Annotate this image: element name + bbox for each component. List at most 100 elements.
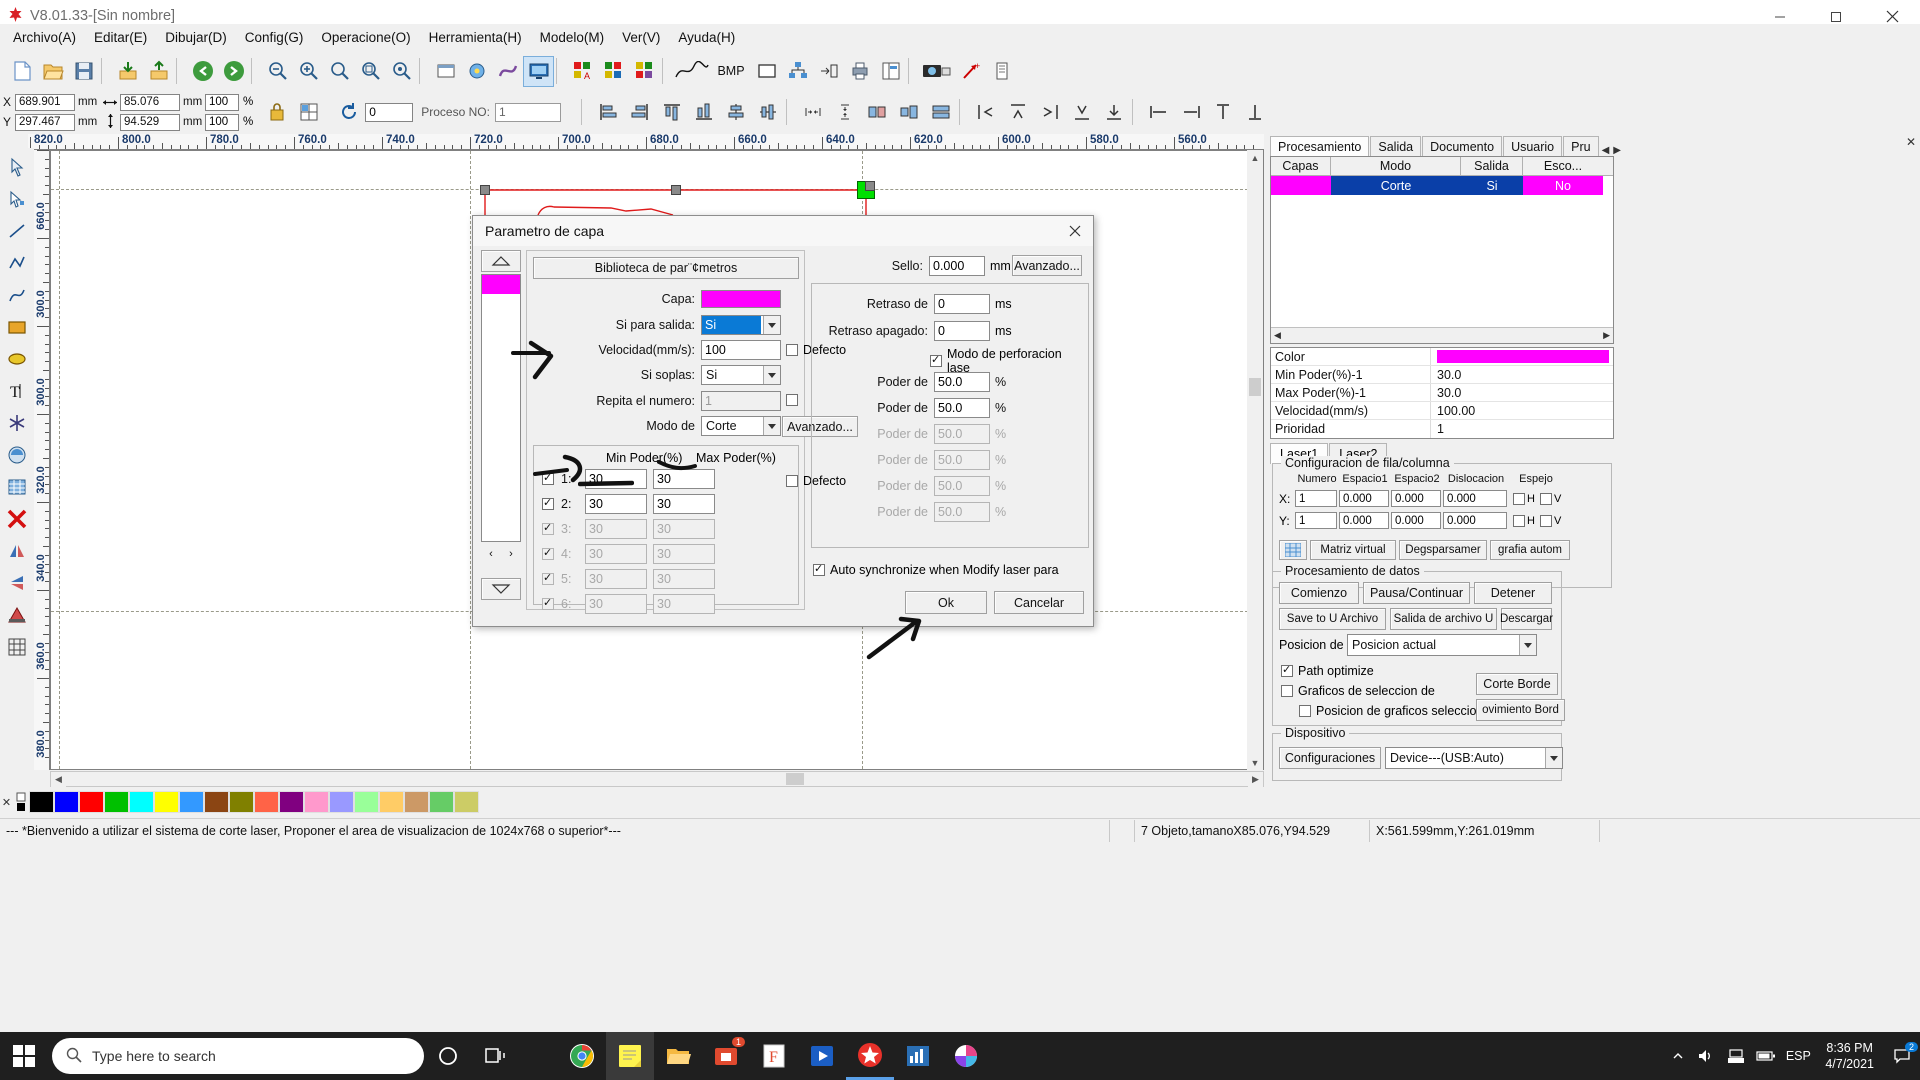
scroll-right-icon[interactable]: ▶ — [1248, 771, 1263, 787]
device-select[interactable]: Device---(USB:Auto) — [1385, 747, 1563, 769]
new-file-icon[interactable] — [6, 56, 37, 87]
delete-x-icon[interactable] — [2, 503, 32, 535]
horizontal-ruler[interactable]: 820.0 800.0 780.0 760.0 740.0 720.0 700.0 680.0… — [28, 134, 1264, 150]
tab-documento[interactable]: Documento — [1422, 136, 1503, 158]
power-row-checkbox[interactable] — [542, 471, 554, 485]
dist-h-icon[interactable] — [797, 97, 829, 127]
star-tool-icon[interactable] — [2, 407, 32, 439]
align-right-icon[interactable] — [624, 97, 656, 127]
scale-width-input[interactable]: 100 — [205, 93, 239, 111]
node-icon[interactable] — [782, 56, 813, 87]
rect-icon[interactable] — [751, 56, 782, 87]
velocidad-input[interactable]: 100 — [701, 340, 781, 360]
pausa-continuar-button[interactable]: Pausa/Continuar — [1363, 582, 1470, 604]
align-center-h-icon[interactable] — [720, 97, 752, 127]
network-icon[interactable] — [1721, 1032, 1751, 1080]
prop-min-poder[interactable]: Min Poder(%)-1 30.0 — [1271, 366, 1613, 384]
layer-green-icon[interactable] — [598, 56, 629, 87]
angle-input[interactable]: 0 — [365, 102, 414, 122]
media-player-icon[interactable] — [798, 1032, 846, 1080]
scroll-up-icon[interactable]: ▲ — [1247, 150, 1263, 165]
list-icon[interactable] — [986, 56, 1017, 87]
arrange-left-icon[interactable] — [970, 97, 1002, 127]
matrix-icon[interactable] — [1279, 540, 1307, 560]
mirror-v-icon[interactable] — [2, 567, 32, 599]
rdworks-icon[interactable] — [846, 1032, 894, 1080]
zoom-in-icon[interactable] — [293, 56, 324, 87]
circle-tool-icon[interactable] — [461, 56, 492, 87]
file-explorer-icon[interactable] — [654, 1032, 702, 1080]
scroll-left-icon[interactable]: ◀ — [1271, 330, 1281, 341]
row-salida[interactable]: Si — [1461, 176, 1523, 195]
palette-color-swatch[interactable] — [429, 791, 454, 813]
modo-de-select[interactable]: Corte — [701, 416, 781, 436]
table-row[interactable]: Corte Si No — [1271, 176, 1613, 195]
retraso-de-input[interactable]: 0 — [934, 294, 990, 314]
y-espejo-v-checkbox[interactable] — [1539, 514, 1552, 527]
power-row-checkbox[interactable] — [542, 496, 554, 510]
tab-procesamiento[interactable]: Procesamiento — [1270, 136, 1370, 158]
menu-ver[interactable]: Ver(V) — [613, 27, 669, 48]
import-icon[interactable] — [112, 56, 143, 87]
volume-icon[interactable] — [1691, 1032, 1721, 1080]
scroll-left-icon[interactable]: ◀ — [51, 771, 66, 787]
y-dislocacion-input[interactable]: 0.000 — [1443, 512, 1507, 529]
x-espacio1-input[interactable]: 0.000 — [1339, 490, 1389, 507]
power-row-max-input[interactable]: 30 — [653, 494, 715, 514]
capa-color-swatch[interactable] — [701, 290, 781, 308]
sello-avanzado-button[interactable]: Avanzado... — [1012, 255, 1082, 276]
battery-icon[interactable] — [1751, 1032, 1781, 1080]
palette-color-swatch[interactable] — [54, 791, 79, 813]
sello-input[interactable]: 0.000 — [929, 255, 985, 276]
chevron-down-icon[interactable] — [1545, 748, 1562, 768]
search-input[interactable]: Type here to search — [52, 1038, 424, 1074]
palette-color-swatch[interactable] — [179, 791, 204, 813]
zoom-selection-icon[interactable] — [355, 56, 386, 87]
line-tool-icon[interactable] — [2, 215, 32, 247]
menu-ayuda[interactable]: Ayuda(H) — [669, 27, 744, 48]
row-escolar[interactable]: No — [1523, 176, 1603, 195]
save-to-u-archivo-button[interactable]: Save to U Archivo — [1279, 608, 1386, 630]
prop-velocidad[interactable]: Velocidad(mm/s) 100.00 — [1271, 402, 1613, 420]
task-view-icon[interactable] — [472, 1032, 520, 1080]
palette-color-swatch[interactable] — [129, 791, 154, 813]
layer-table-scrollbar[interactable]: ◀ ▶ — [1271, 327, 1613, 343]
y-espacio1-input[interactable]: 0.000 — [1339, 512, 1389, 529]
x-espejo-h-checkbox[interactable] — [1513, 492, 1525, 505]
power-row-min-input[interactable]: 30 — [585, 469, 647, 489]
matrix-icon[interactable] — [2, 631, 32, 663]
arrange-up-icon[interactable] — [1002, 97, 1034, 127]
menu-editar[interactable]: Editar(E) — [85, 27, 156, 48]
export-icon[interactable] — [143, 56, 174, 87]
retraso-apagado-input[interactable]: 0 — [934, 321, 990, 341]
matriz-virtual-button[interactable]: Matriz virtual — [1310, 540, 1396, 560]
layer-down-icon[interactable] — [481, 578, 521, 600]
biblioteca-parametros-button[interactable]: Biblioteca de par¨¢metros — [533, 257, 799, 279]
vscroll-thumb[interactable] — [1249, 378, 1261, 396]
selection-handle[interactable] — [480, 185, 490, 195]
palette-close-icon[interactable]: ✕ — [0, 796, 13, 809]
y-numero-input[interactable]: 1 — [1295, 512, 1337, 529]
notification-icon[interactable]: 2 — [1884, 1032, 1920, 1080]
select-graphics-checkbox[interactable] — [1281, 685, 1293, 697]
rotate-icon[interactable] — [333, 97, 365, 127]
palette-color-swatch[interactable] — [304, 791, 329, 813]
selection-handle[interactable] — [671, 185, 681, 195]
selection-handle[interactable] — [865, 181, 875, 191]
menu-operacione[interactable]: Operacione(O) — [312, 27, 419, 48]
arrow-up-icon[interactable]: + — [955, 56, 986, 87]
palette-color-swatch[interactable] — [404, 791, 429, 813]
prop-color[interactable]: Color — [1271, 348, 1613, 366]
snap-right-icon[interactable] — [1175, 97, 1207, 127]
capture-icon[interactable] — [2, 439, 32, 471]
auto-sync-checkbox[interactable] — [813, 562, 825, 576]
display-icon[interactable] — [523, 55, 554, 87]
velocidad-defecto-checkbox[interactable] — [786, 344, 798, 356]
arrange-down-icon[interactable] — [1066, 97, 1098, 127]
descargar-button[interactable]: Descargar — [1500, 608, 1553, 630]
offset-icon[interactable] — [813, 56, 844, 87]
align-center-v-icon[interactable] — [752, 97, 784, 127]
menu-herramienta[interactable]: Herramienta(H) — [420, 27, 531, 48]
arrange-center-icon[interactable] — [1098, 97, 1130, 127]
palette-color-swatch[interactable] — [29, 791, 54, 813]
